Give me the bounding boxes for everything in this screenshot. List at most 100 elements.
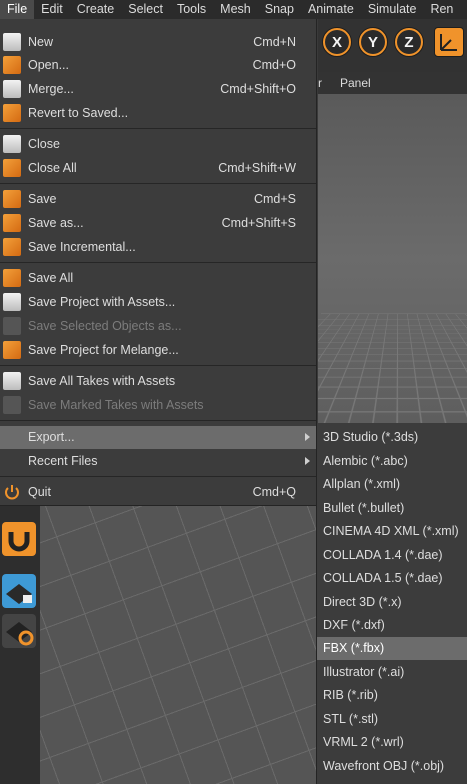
menu-snap[interactable]: Snap xyxy=(258,0,301,19)
menu-item-label: Save as... xyxy=(28,216,84,230)
export-item-direct3d[interactable]: Direct 3D (*.x) xyxy=(317,591,467,614)
menu-item-quit[interactable]: Quit Cmd+Q xyxy=(0,481,316,504)
export-item-3ds[interactable]: 3D Studio (*.3ds) xyxy=(317,426,467,449)
menu-item-revert[interactable]: Revert to Saved... xyxy=(0,102,316,125)
export-item-label: Direct 3D (*.x) xyxy=(323,595,402,609)
menu-item-label: New xyxy=(28,35,54,49)
export-item-vrml[interactable]: VRML 2 (*.wrl) xyxy=(317,731,467,754)
menu-item-merge[interactable]: Merge... Cmd+Shift+O xyxy=(0,78,316,101)
export-item-illustrator[interactable]: Illustrator (*.ai) xyxy=(317,661,467,684)
y-axis-label: Y xyxy=(361,30,385,54)
export-item-abc[interactable]: Alembic (*.abc) xyxy=(317,450,467,473)
menu-item-new[interactable]: New Cmd+N xyxy=(0,31,316,54)
menu-separator xyxy=(0,420,316,421)
save-project-assets-icon xyxy=(3,293,21,311)
menu-item-close-all[interactable]: Close All Cmd+Shift+W xyxy=(0,157,316,180)
menu-item-label: Save Project for Melange... xyxy=(28,343,179,357)
left-tool-strip xyxy=(0,504,40,784)
save-melange-icon xyxy=(3,341,21,359)
menu-item-label: Export... xyxy=(28,430,75,444)
close-all-icon xyxy=(3,159,21,177)
export-submenu: 3D Studio (*.3ds) Alembic (*.abc) Allpla… xyxy=(316,423,467,784)
menu-item-save-as[interactable]: Save as... Cmd+Shift+S xyxy=(0,212,316,235)
merge-icon xyxy=(3,80,21,98)
menu-item-recent-files[interactable]: Recent Files xyxy=(0,450,316,473)
export-item-label: Alembic (*.abc) xyxy=(323,454,408,468)
save-icon xyxy=(3,190,21,208)
export-item-collada14[interactable]: COLLADA 1.4 (*.dae) xyxy=(317,544,467,567)
lower-viewport[interactable] xyxy=(40,504,316,784)
power-icon xyxy=(3,483,21,501)
z-axis-button[interactable]: Z xyxy=(394,27,424,57)
viewport-menu-bar: r Panel xyxy=(318,72,467,94)
menu-item-close[interactable]: Close xyxy=(0,133,316,156)
menu-simulate[interactable]: Simulate xyxy=(361,0,424,19)
menu-mesh[interactable]: Mesh xyxy=(213,0,258,19)
menu-item-shortcut: Cmd+S xyxy=(253,192,296,206)
menu-item-open[interactable]: Open... Cmd+O xyxy=(0,54,316,77)
revert-icon xyxy=(3,104,21,122)
export-item-label: STL (*.stl) xyxy=(323,712,379,726)
menu-item-save-project-assets[interactable]: Save Project with Assets... xyxy=(0,291,316,314)
coordinate-system-icon[interactable] xyxy=(434,27,464,57)
viewport[interactable] xyxy=(318,94,467,424)
menu-item-shortcut: Cmd+Shift+W xyxy=(218,161,296,175)
menu-separator xyxy=(0,183,316,184)
menu-file[interactable]: File xyxy=(0,0,35,19)
export-item-obj[interactable]: Wavefront OBJ (*.obj) xyxy=(317,755,467,778)
export-item-bullet[interactable]: Bullet (*.bullet) xyxy=(317,497,467,520)
export-item-label: DXF (*.dxf) xyxy=(323,618,385,632)
menu-item-save-marked-takes: Save Marked Takes with Assets xyxy=(0,394,316,417)
marked-takes-icon xyxy=(3,396,21,414)
menu-edit[interactable]: Edit xyxy=(34,0,70,19)
viewport-menu-panel[interactable]: Panel xyxy=(340,76,371,90)
export-item-label: Wavefront OBJ (*.obj) xyxy=(323,759,445,773)
workplane-rotate-icon[interactable] xyxy=(2,614,36,648)
export-item-dxf[interactable]: DXF (*.dxf) xyxy=(317,614,467,637)
z-axis-label: Z xyxy=(397,30,421,54)
menu-create[interactable]: Create xyxy=(70,0,122,19)
export-item-rib[interactable]: RIB (*.rib) xyxy=(317,684,467,707)
menu-item-save[interactable]: Save Cmd+S xyxy=(0,188,316,211)
menu-separator xyxy=(0,262,316,263)
submenu-arrow-icon xyxy=(305,433,310,441)
export-item-stl[interactable]: STL (*.stl) xyxy=(317,708,467,731)
menu-item-save-all-takes[interactable]: Save All Takes with Assets xyxy=(0,370,316,393)
menu-tools[interactable]: Tools xyxy=(170,0,213,19)
save-as-icon xyxy=(3,214,21,232)
menu-item-save-selected: Save Selected Objects as... xyxy=(0,315,316,338)
export-item-label: COLLADA 1.4 (*.dae) xyxy=(323,548,443,562)
x-axis-button[interactable]: X xyxy=(322,27,352,57)
menu-separator xyxy=(0,476,316,477)
menu-separator xyxy=(0,365,316,366)
menu-item-save-all[interactable]: Save All xyxy=(0,267,316,290)
workplane-lock-icon[interactable] xyxy=(2,574,36,608)
submenu-arrow-icon xyxy=(305,457,310,465)
y-axis-button[interactable]: Y xyxy=(358,27,388,57)
viewport-menu-partial[interactable]: r xyxy=(318,76,322,90)
menu-item-shortcut: Cmd+Shift+S xyxy=(221,216,296,230)
menu-item-save-melange[interactable]: Save Project for Melange... xyxy=(0,339,316,362)
export-item-c4d-xml[interactable]: CINEMA 4D XML (*.xml) xyxy=(317,520,467,543)
menu-item-label: Save Project with Assets... xyxy=(28,295,176,309)
menu-item-label: Revert to Saved... xyxy=(28,106,129,120)
export-item-allplan[interactable]: Allplan (*.xml) xyxy=(317,473,467,496)
close-document-icon xyxy=(3,135,21,153)
menu-select[interactable]: Select xyxy=(121,0,170,19)
menu-bar: File Edit Create Select Tools Mesh Snap … xyxy=(0,0,467,19)
menu-animate[interactable]: Animate xyxy=(301,0,361,19)
menu-item-label: Merge... xyxy=(28,82,74,96)
magnet-icon[interactable] xyxy=(2,522,36,556)
menu-item-export[interactable]: Export... xyxy=(0,426,316,449)
file-menu: New Cmd+N Open... Cmd+O Merge... Cmd+Shi… xyxy=(0,19,317,506)
export-item-fbx[interactable]: FBX (*.fbx) xyxy=(317,637,467,660)
new-document-icon xyxy=(3,33,21,51)
export-item-collada15[interactable]: COLLADA 1.5 (*.dae) xyxy=(317,567,467,590)
export-item-label: COLLADA 1.5 (*.dae) xyxy=(323,571,443,585)
menu-item-label: Close All xyxy=(28,161,77,175)
menu-item-shortcut: Cmd+O xyxy=(252,58,296,72)
open-folder-icon xyxy=(3,56,21,74)
menu-item-label: Close xyxy=(28,137,60,151)
menu-item-save-incremental[interactable]: Save Incremental... xyxy=(0,236,316,259)
menu-render[interactable]: Ren xyxy=(423,0,460,19)
